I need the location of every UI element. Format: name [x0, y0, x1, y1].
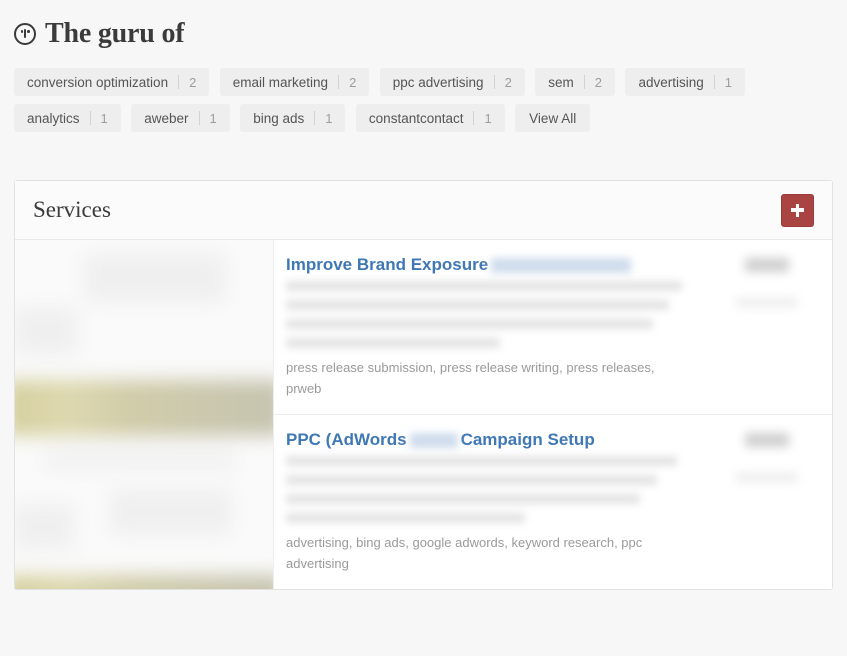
services-panel-body: Improve Brand Exposure press release sub… — [15, 240, 832, 589]
service-price-blurred — [745, 258, 789, 272]
service-thumbnails-column — [15, 240, 273, 589]
service-title-text-suffix: Campaign Setup — [460, 429, 595, 449]
service-price-column — [712, 429, 832, 589]
service-title-link[interactable]: PPC (AdWords Campaign Setup — [286, 429, 698, 450]
tag-label: sem — [548, 74, 574, 90]
tag-analytics[interactable]: analytics 1 — [14, 104, 121, 132]
services-panel-title: Services — [33, 197, 111, 222]
tag-email-marketing[interactable]: email marketing 2 — [219, 68, 370, 96]
service-price-column — [712, 254, 832, 414]
service-title-link[interactable]: Improve Brand Exposure — [286, 254, 698, 275]
service-list-item[interactable]: Improve Brand Exposure press release sub… — [274, 240, 832, 414]
tag-separator — [493, 75, 495, 89]
service-list-item[interactable]: PPC (AdWords Campaign Setup advertising, … — [274, 413, 832, 589]
tag-separator — [178, 75, 180, 89]
redacted-title-suffix — [491, 258, 632, 274]
tag-count: 1 — [209, 110, 217, 126]
tag-label: constantcontact — [368, 110, 464, 126]
tag-count: 1 — [484, 110, 492, 126]
tag-label: advertising — [638, 74, 704, 90]
view-all-tags-button[interactable]: View All — [515, 104, 591, 132]
add-service-button[interactable]: + — [781, 193, 814, 227]
tag-separator — [338, 75, 340, 89]
tag-separator — [473, 111, 475, 125]
tag-label: bing ads — [253, 110, 305, 126]
service-title-text-prefix: PPC (AdWords — [286, 429, 407, 449]
tag-separator — [198, 111, 200, 125]
service-meta-blurred — [736, 472, 798, 482]
guru-info-icon — [14, 23, 36, 45]
service-meta-blurred — [736, 298, 798, 307]
service-description-blurred — [286, 281, 698, 349]
tag-cloud: conversion optimization 2 email marketin… — [0, 52, 839, 140]
tag-label: aweber — [144, 110, 189, 126]
service-tags: press release submission, press release … — [286, 360, 655, 397]
tag-constantcontact[interactable]: constantcontact 1 — [355, 104, 505, 132]
redacted-title-fragment — [409, 432, 458, 448]
page-title: The guru of — [45, 18, 185, 49]
tag-bing-ads[interactable]: bing ads 1 — [240, 104, 346, 132]
tag-label: analytics — [27, 110, 80, 126]
tag-count: 1 — [100, 110, 108, 126]
tag-aweber[interactable]: aweber 1 — [131, 104, 230, 132]
services-panel: Services + Improve — [14, 180, 833, 590]
blurred-thumbnail-art — [15, 240, 273, 589]
tag-count: 1 — [724, 74, 732, 90]
tag-label: email marketing — [232, 74, 329, 90]
tag-advertising[interactable]: advertising 1 — [625, 68, 745, 96]
tag-ppc-advertising[interactable]: ppc advertising 2 — [379, 68, 525, 96]
plus-icon — [791, 203, 804, 217]
service-tags: advertising, bing ads, google adwords, k… — [286, 535, 643, 571]
tag-count: 2 — [504, 74, 512, 90]
services-panel-header: Services + — [15, 181, 832, 240]
tag-label: conversion optimization — [27, 74, 169, 90]
tag-separator — [583, 75, 585, 89]
services-list: Improve Brand Exposure press release sub… — [273, 240, 832, 589]
tag-conversion-optimization[interactable]: conversion optimization 2 — [14, 68, 210, 96]
tag-separator — [713, 75, 715, 89]
service-price-blurred — [745, 432, 789, 447]
tag-separator — [89, 111, 91, 125]
tag-count: 1 — [325, 110, 333, 126]
tag-sem[interactable]: sem 2 — [535, 68, 615, 96]
service-title-text: Improve Brand Exposure — [286, 255, 489, 274]
tag-count: 2 — [189, 74, 197, 90]
tag-count: 2 — [349, 74, 357, 90]
tag-label: ppc advertising — [392, 74, 484, 90]
service-content: Improve Brand Exposure press release sub… — [274, 254, 712, 414]
service-description-blurred — [286, 456, 698, 524]
service-content: PPC (AdWords Campaign Setup advertising, … — [274, 429, 712, 589]
tag-count: 2 — [594, 74, 602, 90]
tag-separator — [314, 111, 316, 125]
guru-header: The guru of — [0, 0, 847, 52]
